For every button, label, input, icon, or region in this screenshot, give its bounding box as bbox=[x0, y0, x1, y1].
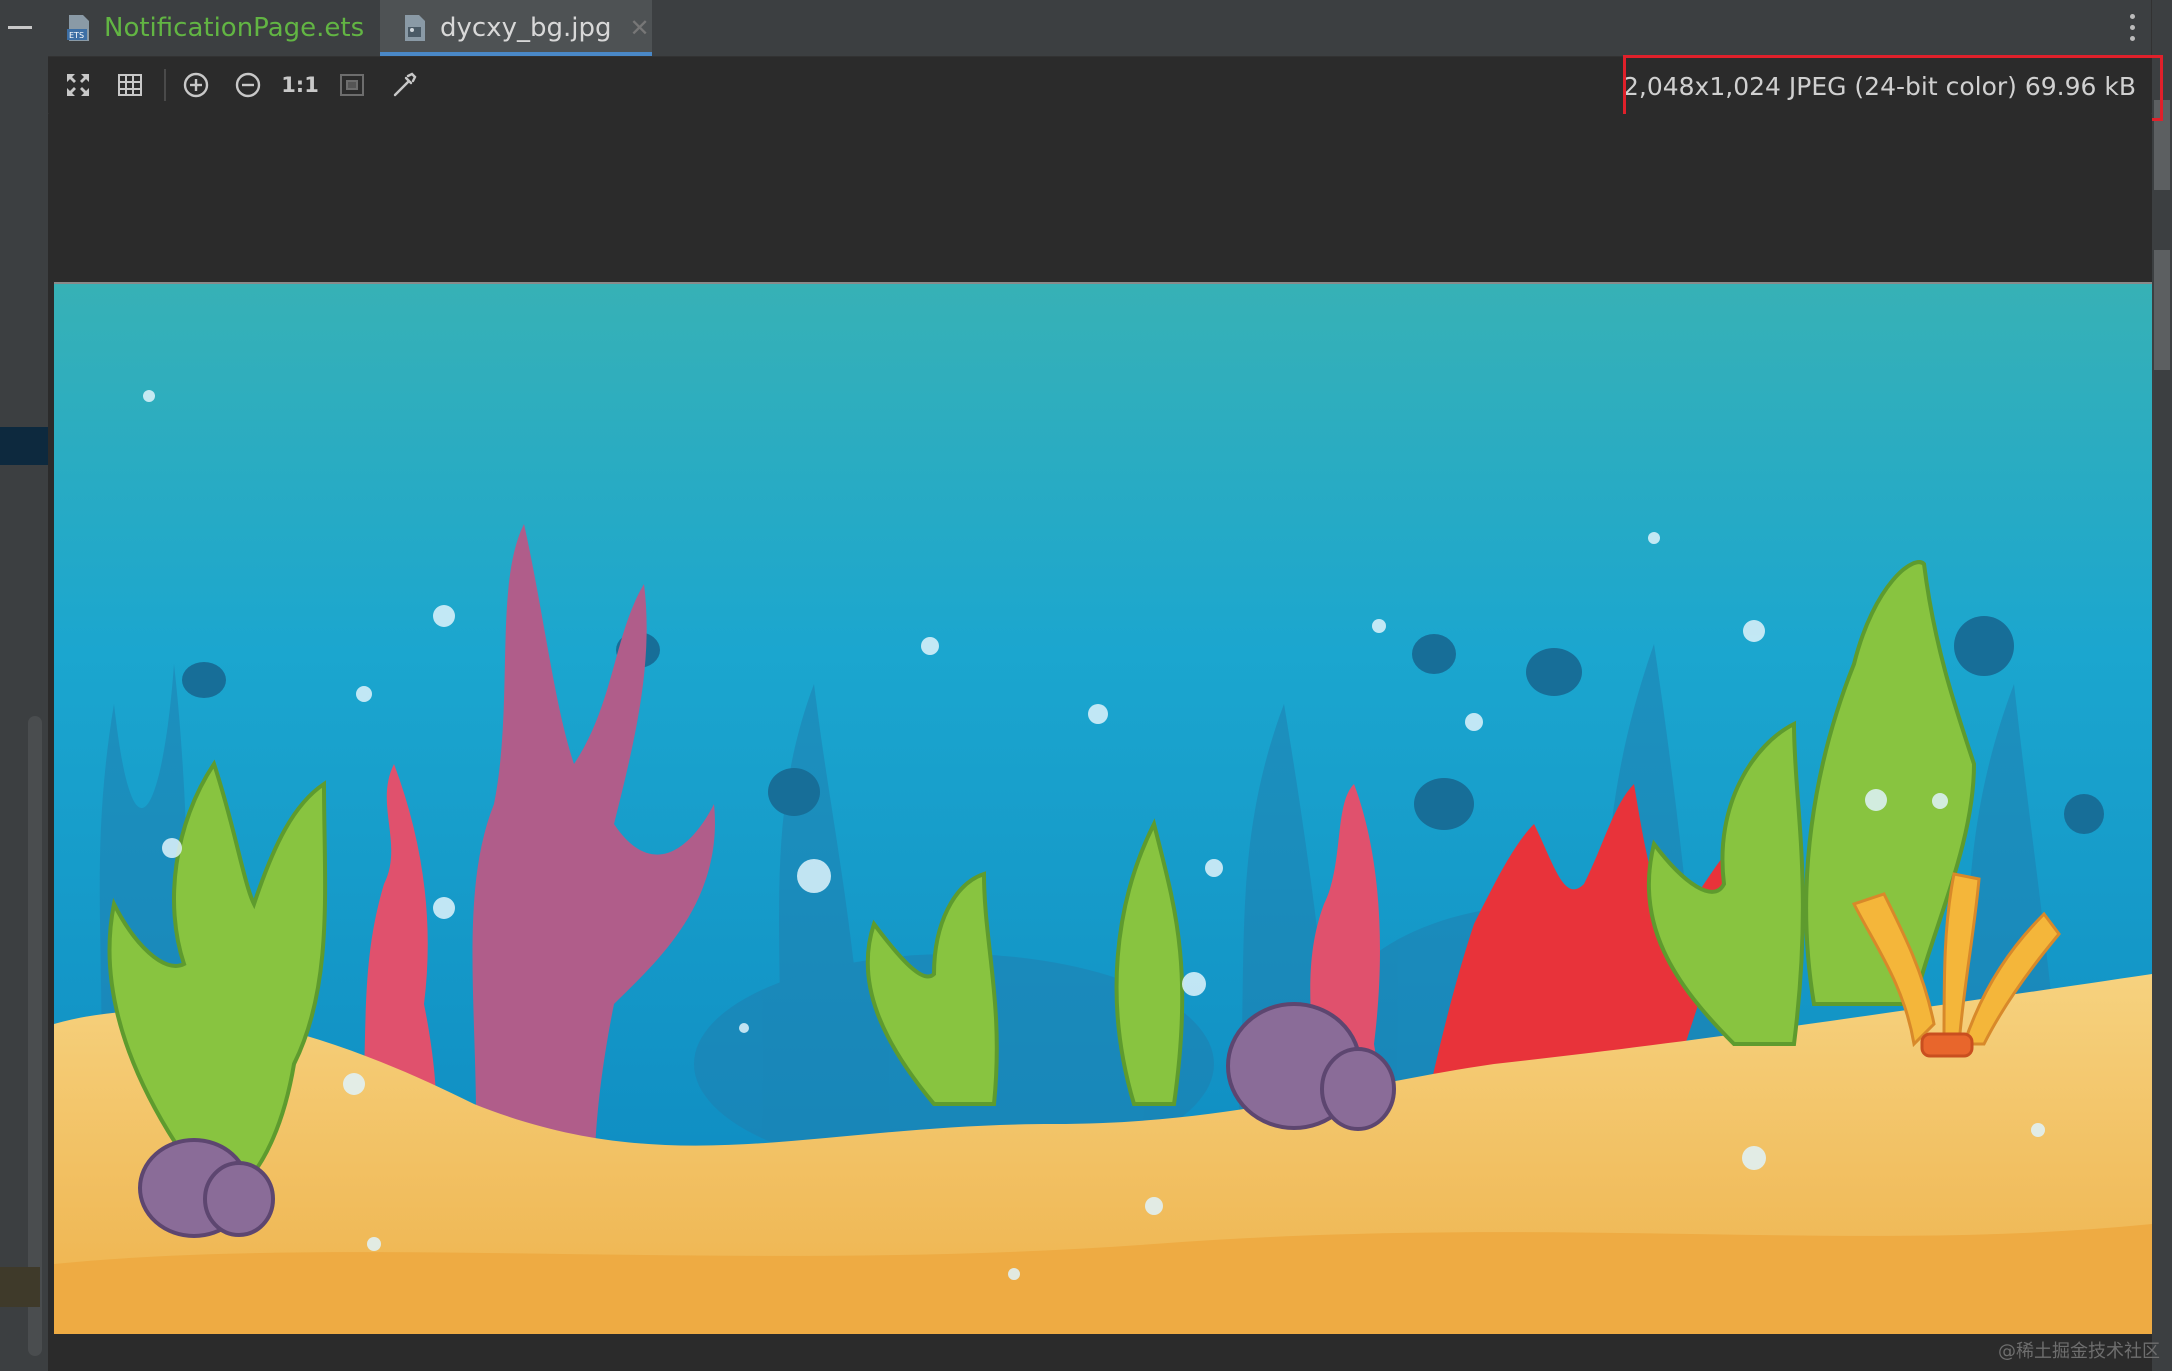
minimize-icon[interactable] bbox=[8, 26, 32, 29]
zoom-out-icon[interactable] bbox=[230, 67, 266, 103]
grid-icon[interactable] bbox=[112, 67, 148, 103]
background-icon[interactable] bbox=[334, 67, 370, 103]
image-preview[interactable] bbox=[54, 282, 2152, 1334]
left-scrollbar[interactable] bbox=[28, 716, 42, 1356]
left-tool-strip bbox=[0, 0, 49, 1371]
fit-to-window-icon[interactable] bbox=[60, 67, 96, 103]
color-picker-icon[interactable] bbox=[386, 67, 422, 103]
highlight-marker bbox=[0, 1267, 40, 1307]
toolbar-separator bbox=[164, 69, 166, 101]
ets-file-icon: ETS bbox=[66, 13, 92, 43]
previewer-panel-tab[interactable] bbox=[2154, 250, 2170, 370]
right-tool-strip bbox=[2151, 0, 2172, 1371]
watermark-text: @稀土掘金技术社区 bbox=[1998, 1341, 2160, 1362]
tab-dycxy-bg[interactable]: dycxy_bg.jpg ✕ bbox=[380, 0, 652, 56]
highlight-annotation-box bbox=[1623, 55, 2163, 121]
svg-text:ETS: ETS bbox=[69, 31, 84, 40]
image-file-icon bbox=[402, 13, 428, 43]
close-icon[interactable]: ✕ bbox=[629, 14, 649, 42]
tab-label: NotificationPage.ets bbox=[104, 13, 365, 43]
underwater-scene-image bbox=[54, 284, 2152, 1334]
zoom-in-icon[interactable] bbox=[178, 67, 214, 103]
more-options-icon[interactable] bbox=[2130, 14, 2136, 42]
project-panel-marker[interactable] bbox=[0, 427, 48, 465]
editor-tab-bar: ETS NotificationPage.ets ✕ dycxy_bg.jpg … bbox=[48, 0, 2152, 57]
actual-size-button[interactable]: 1:1 bbox=[281, 67, 319, 103]
tab-label: dycxy_bg.jpg bbox=[440, 13, 612, 43]
active-tab-indicator bbox=[380, 52, 652, 56]
image-canvas bbox=[48, 114, 2152, 1371]
tab-notification-page[interactable]: ETS NotificationPage.ets ✕ bbox=[66, 0, 416, 56]
